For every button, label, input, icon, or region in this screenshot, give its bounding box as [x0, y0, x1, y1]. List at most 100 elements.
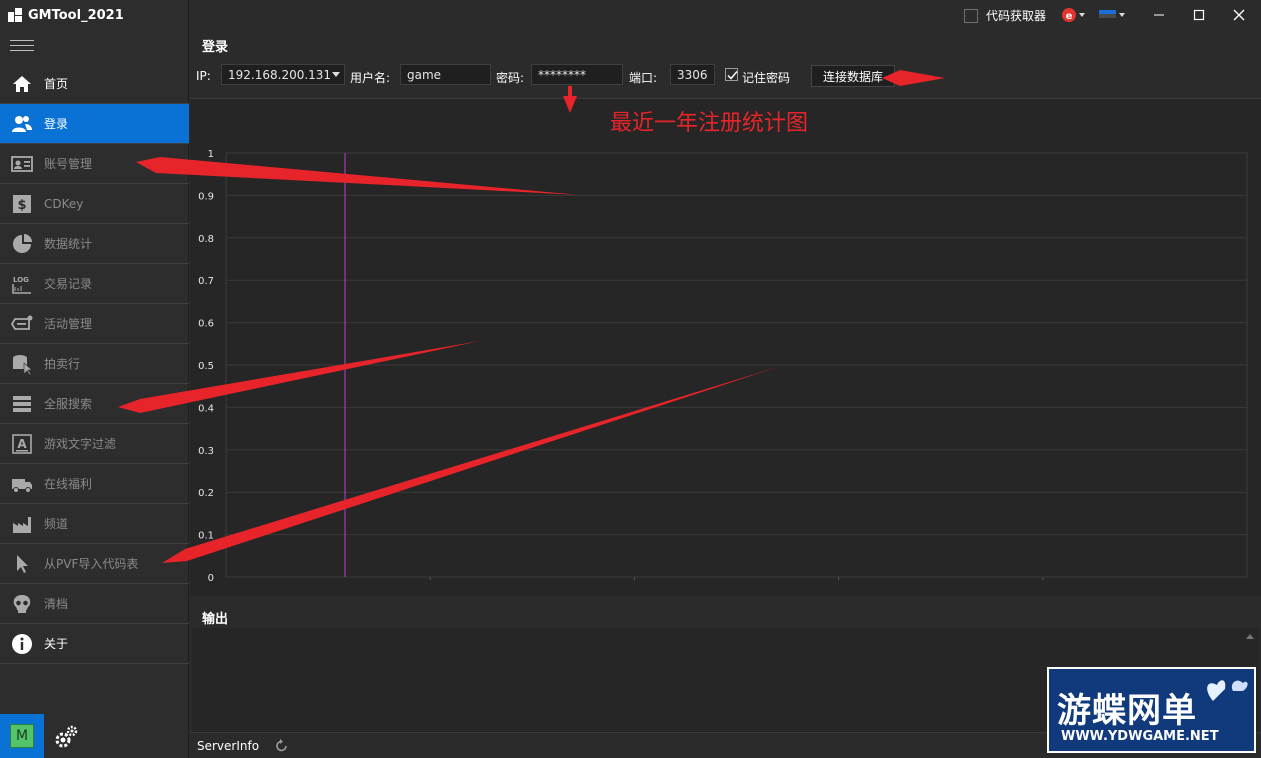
sidebar-item-14[interactable]: 关于	[0, 624, 189, 664]
database-cursor-icon	[10, 353, 34, 375]
hamburger-menu-icon[interactable]	[10, 40, 34, 54]
home-icon	[10, 73, 34, 95]
sidebar-item-label: 活动管理	[44, 317, 93, 331]
checkmark-icon	[727, 71, 738, 80]
y-tick-label: 1	[208, 149, 214, 160]
server-info-label: ServerInfo	[197, 739, 260, 753]
theme-color-icon[interactable]	[1099, 7, 1127, 23]
sidebar-item-label: 首页	[44, 77, 69, 91]
ip-dropdown[interactable]: 192.168.200.131	[221, 64, 345, 85]
factory-icon	[10, 513, 34, 535]
code-getter-label: 代码获取器	[986, 9, 1047, 23]
app-title: GMTool_2021	[28, 7, 124, 23]
ip-label: IP:	[196, 69, 211, 83]
connect-database-button[interactable]: 连接数据库	[811, 65, 895, 87]
y-tick-label: 0.6	[198, 319, 214, 330]
sidebar-item-6[interactable]: 活动管理	[0, 304, 189, 344]
log-icon: LOG	[10, 273, 34, 295]
close-button[interactable]	[1228, 4, 1250, 26]
login-panel: 登录 IP: 192.168.200.131 用户名: game 密码: ***…	[190, 30, 1261, 94]
sidebar-item-label: 登录	[44, 117, 69, 131]
svg-text:$: $	[17, 198, 26, 213]
chart-grid	[225, 152, 1248, 578]
code-getter-toggle[interactable]: 代码获取器	[964, 7, 1046, 24]
scroll-up-icon[interactable]	[1245, 632, 1255, 640]
pie-chart-icon	[10, 233, 34, 255]
app-logo-icon	[8, 8, 22, 22]
sidebar-item-13[interactable]: 清档	[0, 584, 189, 624]
sidebar-item-label: 拍卖行	[44, 357, 81, 371]
password-label: 密码:	[496, 71, 525, 85]
y-tick-label: 0.1	[198, 531, 214, 542]
id-card-icon	[10, 153, 34, 175]
sidebar-item-4[interactable]: 数据统计	[0, 224, 189, 264]
watermark-url: WWW.YDWGAME.NET	[1061, 729, 1219, 744]
watermark-main-text: 游蝶网单	[1057, 691, 1197, 731]
sidebar-item-label: 游戏文字过滤	[44, 437, 117, 451]
maximize-button[interactable]	[1188, 4, 1210, 26]
output-panel-title: 输出	[202, 612, 229, 627]
sidebar-item-0[interactable]: 首页	[0, 64, 189, 104]
sidebar: GMTool_2021 首页登录账号管理 $ CDKey 数据统计 LOG 交易记录活动管…	[0, 0, 189, 758]
port-value: 3306	[677, 67, 708, 82]
gear-icon[interactable]	[54, 724, 80, 750]
y-tick-label: 0.4	[198, 403, 214, 414]
y-tick-label: 0.9	[198, 191, 214, 202]
sidebar-item-9[interactable]: A 游戏文字过滤	[0, 424, 189, 464]
code-getter-checkbox[interactable]	[964, 8, 978, 23]
sidebar-item-label: 在线福利	[44, 477, 93, 491]
sidebar-item-5[interactable]: LOG 交易记录	[0, 264, 189, 304]
username-input[interactable]: game	[400, 64, 491, 85]
sidebar-item-label: 关于	[44, 637, 69, 651]
users-icon	[10, 113, 34, 135]
sidebar-item-3[interactable]: $ CDKey	[0, 184, 189, 224]
sidebar-item-2[interactable]: 账号管理	[0, 144, 189, 184]
ticket-icon	[10, 313, 34, 335]
port-label: 端口:	[629, 71, 658, 85]
y-tick-label: 0.2	[198, 488, 214, 499]
sidebar-item-10[interactable]: 在线福利	[0, 464, 189, 504]
app-title-bar: GMTool_2021	[0, 0, 189, 30]
username-label: 用户名:	[350, 71, 391, 85]
minimize-button[interactable]	[1148, 4, 1170, 26]
text-filter-icon: A	[10, 433, 34, 455]
chart-title: 最近一年注册统计图	[610, 111, 809, 136]
sidebar-item-11[interactable]: 频道	[0, 504, 189, 544]
sidebar-item-label: 交易记录	[44, 277, 93, 291]
sidebar-item-label: 数据统计	[44, 237, 93, 251]
sidebar-item-label: 清档	[44, 597, 69, 611]
truck-icon	[10, 473, 34, 495]
y-tick-label: 0.3	[198, 446, 214, 457]
avatar-button[interactable]: M	[0, 714, 44, 758]
dollar-icon: $	[10, 193, 34, 215]
sidebar-item-label: 全服搜索	[44, 397, 93, 411]
cursor-icon	[10, 553, 34, 575]
port-input[interactable]: 3306	[670, 64, 715, 85]
password-input[interactable]: ********	[531, 64, 623, 85]
svg-text:LOG: LOG	[13, 276, 29, 284]
sidebar-item-1[interactable]: 登录	[0, 104, 189, 144]
chevron-down-icon	[332, 72, 340, 77]
chart-y-axis: 0 0.1 0.2 0.3 0.4 0.5 0.6 0.7 0.8 0.9 1	[198, 149, 214, 584]
sidebar-item-label: 账号管理	[44, 157, 93, 171]
remember-password-label: 记住密码	[742, 71, 791, 85]
y-tick-label: 0	[208, 573, 214, 584]
y-tick-label: 0.5	[198, 361, 214, 372]
password-value: ********	[538, 67, 586, 82]
server-icon	[10, 393, 34, 415]
sidebar-item-12[interactable]: 从PVF导入代码表	[0, 544, 189, 584]
avatar: M	[10, 724, 34, 748]
ip-value: 192.168.200.131	[228, 67, 332, 82]
language-icon[interactable]: e	[1060, 6, 1088, 24]
info-icon	[10, 633, 34, 655]
refresh-icon[interactable]	[274, 738, 290, 754]
svg-text:A: A	[17, 437, 27, 451]
y-tick-label: 0.8	[198, 234, 214, 245]
username-value: game	[407, 67, 442, 82]
sidebar-bottom-bar: M	[0, 714, 189, 758]
watermark-logo: 游蝶网单 WWW.YDWGAME.NET	[1047, 667, 1256, 753]
sidebar-item-8[interactable]: 全服搜索	[0, 384, 189, 424]
butterfly-icon	[1207, 680, 1248, 701]
remember-password-checkbox[interactable]	[725, 68, 738, 81]
sidebar-item-7[interactable]: 拍卖行	[0, 344, 189, 384]
